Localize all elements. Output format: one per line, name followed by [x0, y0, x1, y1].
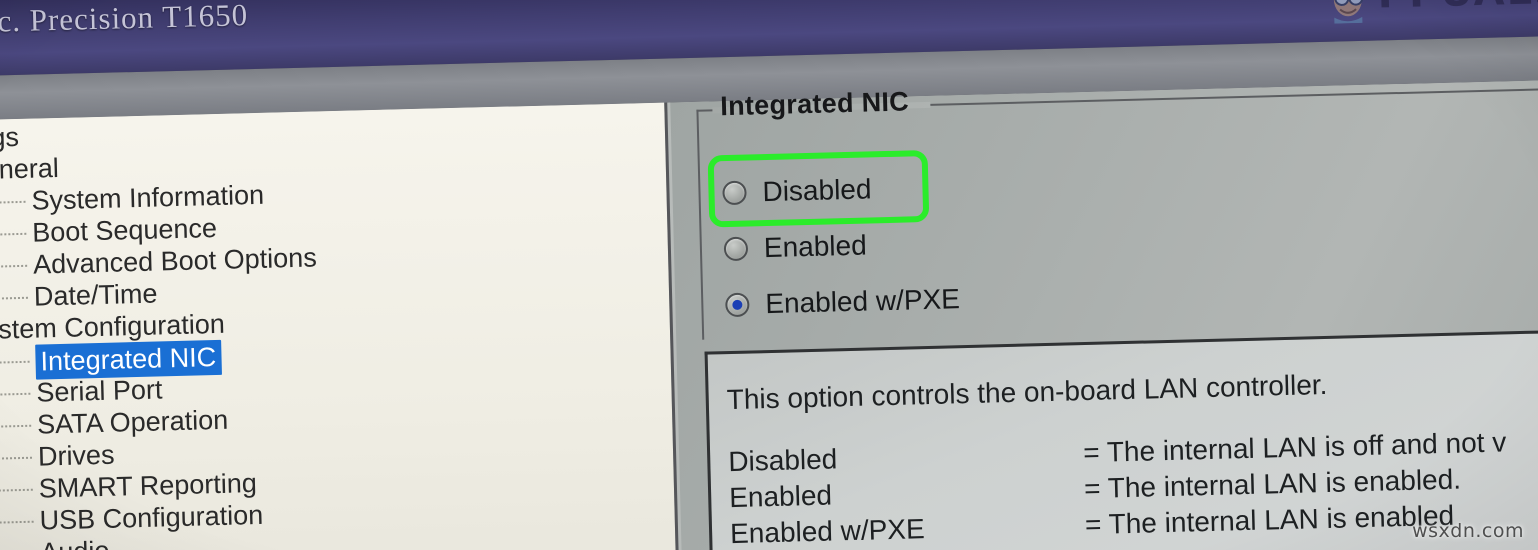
sidebar-item-label: Audio: [40, 535, 110, 550]
sidebar-item-label: SATA Operation: [36, 404, 229, 440]
sidebar-item-label: Date/Time: [33, 278, 158, 312]
groupbox-title: Integrated NIC: [719, 86, 910, 122]
settings-tree-panel: tings General System Information Boot Seque…: [0, 102, 681, 550]
integrated-nic-groupbox: Integrated NIC Disabled Enabled Enabled w/…: [696, 86, 1538, 340]
sidebar-item-label: tings: [0, 121, 20, 154]
radio-option-label: Enabled: [763, 229, 868, 264]
sidebar-item-label: Drives: [37, 439, 115, 472]
sidebar-item-label: Serial Port: [35, 374, 163, 408]
radio-button-icon[interactable]: [722, 180, 747, 206]
radio-option-label: Enabled w/PXE: [764, 283, 961, 320]
appuals-watermark: PPUALS: [1321, 0, 1538, 26]
sidebar-item-label: General: [0, 152, 60, 186]
monitor-screen: nc. Precision T1650 tings General System…: [0, 0, 1538, 550]
radio-option-disabled[interactable]: Disabled: [722, 159, 958, 221]
settings-detail-panel: Integrated NIC Disabled Enabled Enabled w/…: [670, 79, 1538, 550]
bios-window-body: tings General System Information Boot Seque…: [0, 79, 1538, 550]
appuals-wordmark: PPUALS: [1377, 0, 1538, 18]
window-title: nc. Precision T1650: [0, 0, 249, 39]
option-description-box: This option controls the on-board LAN co…: [704, 329, 1538, 550]
radio-button-icon[interactable]: [725, 292, 750, 318]
description-lead-text: This option controls the on-board LAN co…: [726, 368, 1328, 416]
appuals-mascot-icon: [1321, 0, 1374, 24]
screenshot-photo: nc. Precision T1650 tings General System…: [0, 0, 1538, 550]
radio-option-label: Disabled: [762, 173, 872, 208]
radio-option-enabled-w-pxe[interactable]: Enabled w/PXE: [725, 271, 961, 333]
sidebar-item-label: Boot Sequence: [31, 212, 218, 248]
source-watermark: wsxdn.com: [1412, 520, 1524, 542]
settings-tree[interactable]: tings General System Information Boot Seque…: [0, 103, 667, 550]
radio-button-icon[interactable]: [723, 236, 749, 262]
integrated-nic-radio-group[interactable]: Disabled Enabled Enabled w/PXE: [722, 159, 961, 333]
radio-option-enabled[interactable]: Enabled: [723, 215, 959, 277]
